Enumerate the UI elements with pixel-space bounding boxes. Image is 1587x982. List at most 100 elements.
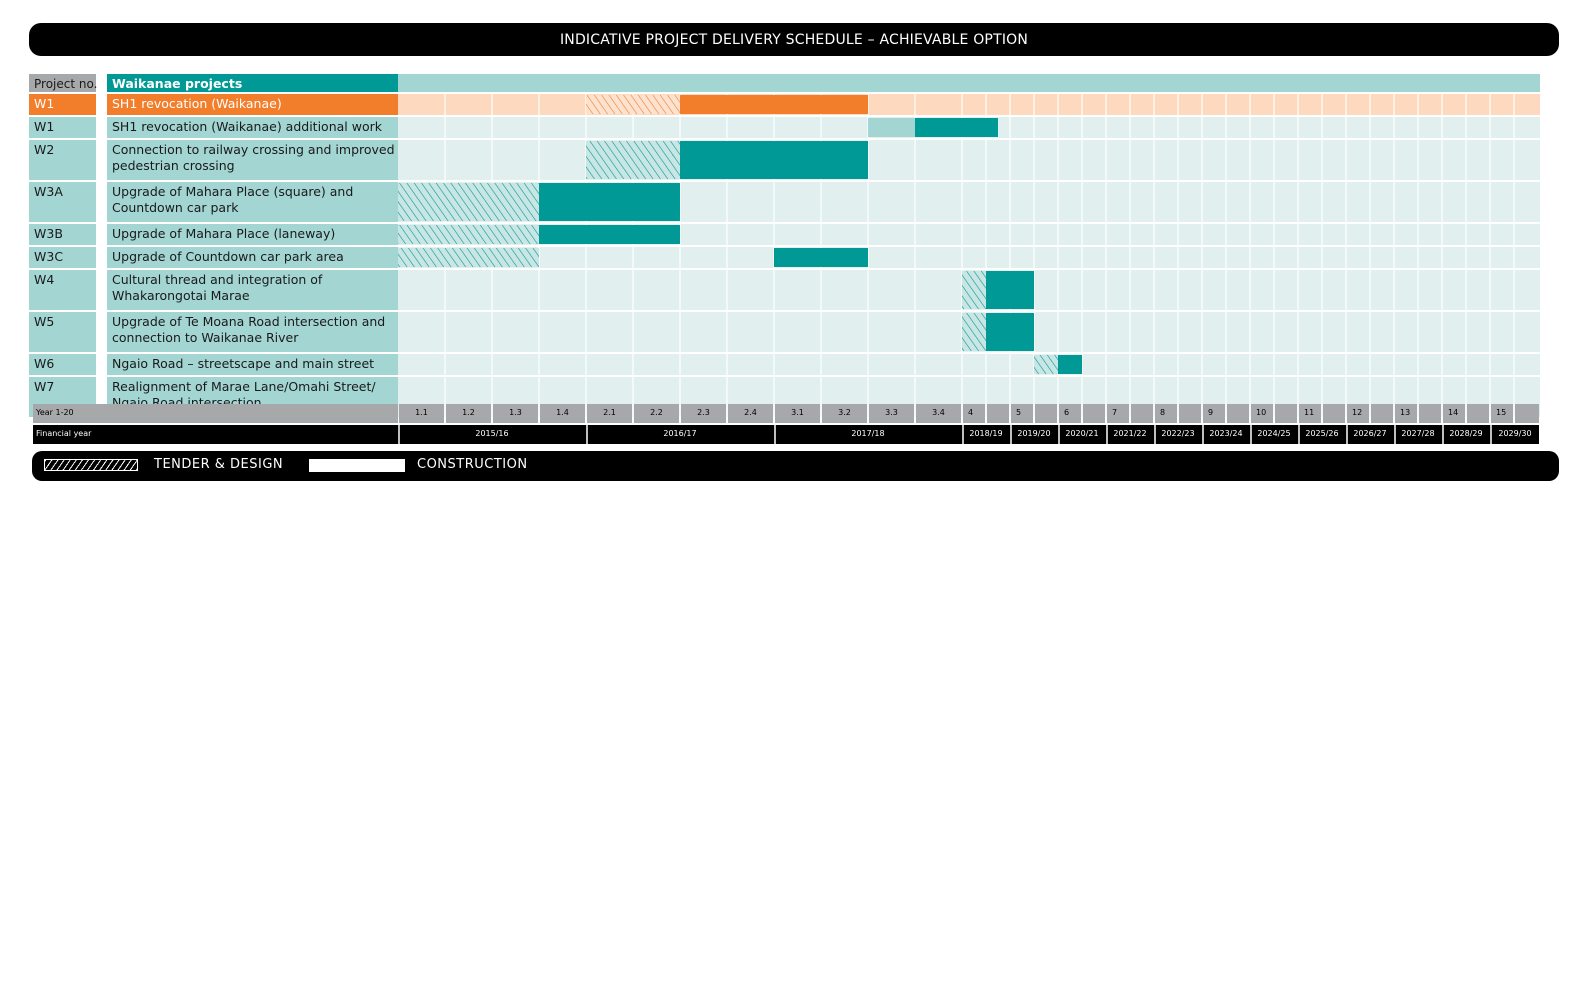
period-tick-label: 8 [1160,408,1165,417]
gantt-chart: Project no. Waikanae projects W1 SH1 revoca… [29,74,1540,444]
period-cell [1275,404,1297,423]
project-name-label: Cultural thread and integration of [112,272,323,287]
project-name-label: pedestrian crossing [112,158,235,173]
period-cell [1083,404,1105,423]
period-tick-label: 11 [1304,408,1314,417]
financial-year-label: 2020/21 [1065,429,1098,438]
period-cell [1227,404,1249,423]
construction-bar [1058,355,1082,374]
period-cell [1035,404,1057,423]
timeline-row-background [398,354,1540,375]
tender-design-bar [962,313,986,351]
period-cell [1179,404,1201,423]
project-no-label: W6 [34,356,54,371]
period-tick-label: 5 [1016,408,1021,417]
financial-year-label: 2029/30 [1498,429,1531,438]
construction-bar [986,313,1034,351]
construction-bar [680,95,868,114]
tender-design-bar [962,271,986,309]
legend-swatch-construction [309,459,405,472]
financial-year-axis-label: Financial year [36,429,92,438]
project-no-label: W3A [34,184,63,199]
additional-period-bar [868,118,915,137]
period-cell [1467,404,1489,423]
period-tick-label: 6 [1064,408,1069,417]
period-cell [1371,404,1393,423]
construction-bar [774,248,868,267]
period-tick-label: 12 [1352,408,1362,417]
project-no-label: W1 [34,119,54,134]
tender-design-bar [586,95,680,114]
project-name-label: Connection to railway crossing and impro… [112,142,395,157]
financial-year-label: 2023/24 [1209,429,1242,438]
period-tick-label: 1.2 [462,408,475,417]
period-tick-label: 2.3 [697,408,710,417]
period-cell [1131,404,1153,423]
period-cell [1059,404,1081,423]
tender-design-bar [398,248,539,267]
timeline-row-background [398,140,1540,180]
period-cell [1515,404,1539,423]
construction-bar [915,118,998,137]
period-cell [963,404,985,423]
financial-year-label: 2025/26 [1305,429,1338,438]
timeline-header-band [398,74,1540,92]
financial-year-label: 2018/19 [969,429,1002,438]
legend: TENDER & DESIGN CONSTRUCTION [32,451,1559,481]
period-cell [1203,404,1225,423]
timeline-row-background [398,94,1540,115]
financial-year-label: 2024/25 [1257,429,1290,438]
legend-label-tender-design: TENDER & DESIGN [154,457,284,472]
period-tick-label: 10 [1256,408,1266,417]
project-name-label: SH1 revocation (Waikanae) [112,96,282,111]
project-name-label: Whakarongotai Marae [112,288,250,303]
financial-year-label: 2019/20 [1017,429,1050,438]
period-tick-label: 1.3 [509,408,522,417]
period-tick-label: 9 [1208,408,1213,417]
project-name-label: Upgrade of Mahara Place (square) and [112,184,353,199]
tender-design-bar [398,225,539,244]
project-name-label: Upgrade of Countdown car park area [112,249,344,264]
period-tick-label: 1.4 [556,408,569,417]
financial-year-label: 2017/18 [851,429,884,438]
period-tick-label: 15 [1496,408,1506,417]
period-tick-label: 3.2 [838,408,851,417]
project-no-label: W7 [34,379,54,394]
financial-year-label: 2021/22 [1113,429,1146,438]
period-cell [1107,404,1129,423]
period-cell [1419,404,1441,423]
period-tick-label: 3.1 [791,408,804,417]
financial-year-label: 2028/29 [1449,429,1482,438]
project-name-label: Upgrade of Te Moana Road intersection an… [112,314,385,329]
project-no-label: W1 [34,96,54,111]
financial-year-label: 2026/27 [1353,429,1386,438]
project-no-label: W5 [34,314,54,329]
timeline-row-background [398,247,1540,268]
period-tick-label: 7 [1112,408,1117,417]
period-axis-label: Year 1-20 [35,408,74,417]
construction-bar [680,141,868,179]
tender-design-bar [398,183,539,221]
period-tick-label: 1.1 [415,408,428,417]
legend-label-construction: CONSTRUCTION [417,457,528,472]
legend-swatch-tender-design [44,459,138,471]
period-tick-label: 2.1 [603,408,616,417]
period-tick-label: 4 [968,408,973,417]
tender-design-bar [1034,355,1058,374]
financial-year-label: 2027/28 [1401,429,1434,438]
project-name-label: Countdown car park [112,200,239,215]
period-cell [1011,404,1033,423]
period-tick-label: 2.4 [744,408,757,417]
construction-bar [539,225,680,244]
project-no-label: W4 [34,272,54,287]
period-tick-label: 13 [1400,408,1410,417]
construction-bar [539,183,680,221]
project-no-label: W3C [34,249,63,264]
period-axis-label-cell [33,404,398,423]
period-tick-label: 2.2 [650,408,663,417]
project-no-label: W2 [34,142,54,157]
financial-year-label: 2016/17 [663,429,696,438]
period-tick-label: 3.3 [885,408,898,417]
project-name-label: Ngaio Road – streetscape and main street [112,356,374,371]
project-name-label: Upgrade of Mahara Place (laneway) [112,226,335,241]
